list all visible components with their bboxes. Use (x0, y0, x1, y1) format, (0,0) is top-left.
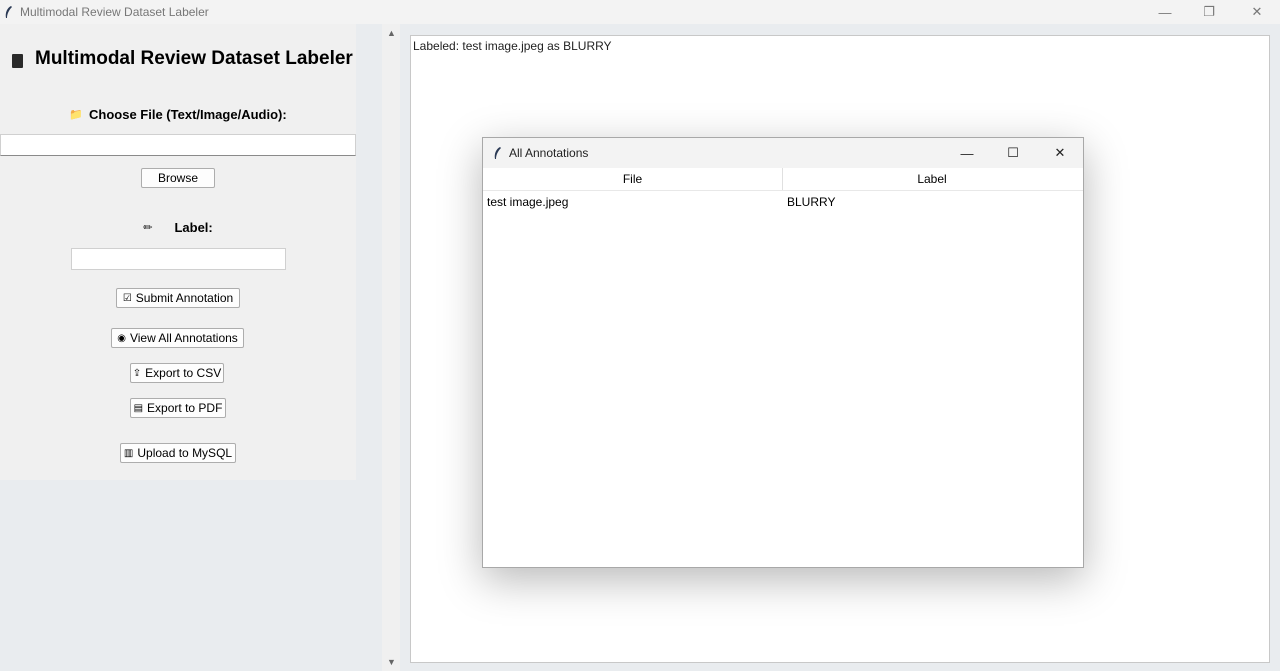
export-csv-button[interactable]: ⇪ Export to CSV (130, 363, 224, 383)
control-panel: Multimodal Review Dataset Labeler 📁 Choo… (0, 24, 356, 480)
dialog-minimize-button[interactable]: — (944, 138, 990, 168)
label-caption: Label: (174, 219, 213, 235)
restore-button[interactable]: ❐ (1186, 0, 1232, 24)
browse-button-label: Browse (157, 171, 198, 185)
feather-icon (4, 5, 14, 19)
window-title: Multimodal Review Dataset Labeler (20, 5, 209, 19)
dialog-title: All Annotations (509, 146, 589, 160)
table-row[interactable]: test image.jpeg BLURRY (483, 192, 1083, 212)
feather-icon (493, 146, 503, 160)
eye-icon: ◉ (117, 332, 126, 344)
database-icon: ▥ (123, 447, 134, 459)
choose-file-row: 📁 Choose File (Text/Image/Audio): (0, 105, 356, 123)
window-titlebar: Multimodal Review Dataset Labeler (0, 0, 1280, 24)
dialog-close-button[interactable]: ✕ (1037, 138, 1083, 168)
column-header-label[interactable]: Label (782, 168, 1081, 190)
cell-label: BLURRY (787, 195, 836, 209)
export-csv-label: Export to CSV (145, 366, 222, 380)
pen-icon: ✏ (143, 221, 153, 234)
choose-file-label: Choose File (Text/Image/Audio): (89, 106, 287, 122)
export-pdf-button[interactable]: ▤ Export to PDF (130, 398, 226, 418)
checkbox-icon: ☑ (122, 292, 132, 304)
app-title-text: Multimodal Review Dataset Labeler (35, 48, 353, 69)
document-icon: ▤ (133, 402, 144, 414)
export-pdf-label: Export to PDF (147, 401, 223, 415)
app-title: Multimodal Review Dataset Labeler (12, 48, 353, 70)
export-icon: ⇪ (132, 367, 142, 379)
browse-button[interactable]: Browse (141, 168, 215, 188)
scroll-up-icon[interactable]: ▲ (387, 28, 396, 38)
close-button[interactable]: ✕ (1234, 0, 1280, 24)
view-all-annotations-label: View All Annotations (129, 331, 238, 345)
submit-annotation-label: Submit Annotation (135, 291, 234, 305)
column-header-file[interactable]: File (483, 168, 782, 190)
scroll-down-icon[interactable]: ▼ (387, 657, 396, 667)
status-message: Labeled: test image.jpeg as BLURRY (413, 39, 612, 53)
file-path-input[interactable] (0, 134, 356, 156)
book-icon (12, 54, 23, 68)
vertical-scrollbar[interactable]: ▲ ▼ (382, 24, 400, 671)
upload-mysql-label: Upload to MySQL (137, 446, 233, 460)
dialog-maximize-button[interactable]: ☐ (990, 138, 1036, 168)
table-header: File Label (483, 168, 1083, 191)
label-caption-row: ✏ Label: (0, 218, 356, 236)
submit-annotation-button[interactable]: ☑ Submit Annotation (116, 288, 240, 308)
label-input[interactable] (71, 248, 286, 270)
view-all-annotations-button[interactable]: ◉ View All Annotations (111, 328, 244, 348)
folder-icon: 📁 (69, 108, 84, 121)
all-annotations-dialog: All Annotations — ☐ ✕ File Label test im… (482, 137, 1084, 568)
upload-mysql-button[interactable]: ▥ Upload to MySQL (120, 443, 236, 463)
minimize-button[interactable]: — (1142, 0, 1188, 24)
cell-file: test image.jpeg (487, 195, 569, 209)
